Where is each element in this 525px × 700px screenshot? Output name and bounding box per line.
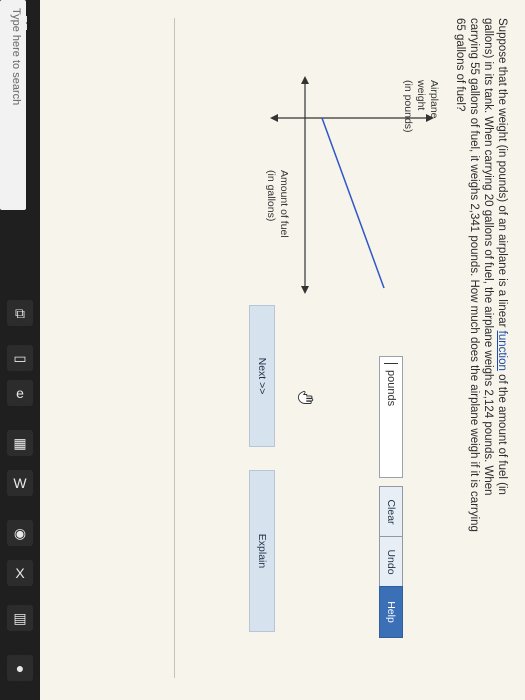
function-line <box>321 117 385 289</box>
search-input[interactable]: Type here to search <box>10 8 22 105</box>
section-divider <box>174 18 175 678</box>
y-axis-arrow-top <box>426 114 434 122</box>
next-button[interactable]: Next >> <box>249 305 275 447</box>
answer-unit: pounds <box>385 370 397 407</box>
content: Suppose that the weight (in pounds) of a… <box>40 0 525 700</box>
hand-cursor-icon <box>297 390 315 408</box>
problem-text: Suppose that the weight (in pounds) of a… <box>453 18 509 538</box>
folder-icon[interactable]: ▭ <box>7 345 33 371</box>
task-view-icon[interactable]: ⧉ <box>7 300 33 326</box>
store-icon[interactable]: ▦ <box>7 430 33 456</box>
x-axis-title: Amount of fuel (in gallons) <box>264 170 290 238</box>
taskbar: Type here to search ⧉ ▭ e ▦ W ◉ X ▤ ● <box>0 0 40 700</box>
text-cursor <box>384 363 398 364</box>
taskbar-search[interactable]: Type here to search <box>0 0 26 210</box>
explain-button[interactable]: Explain <box>249 470 275 632</box>
x-axis-title-line2: (in gallons) <box>265 170 277 222</box>
calculator-icon[interactable]: ▤ <box>7 605 33 631</box>
undo-button[interactable]: Undo <box>379 536 403 588</box>
x-axis-arrow-left <box>301 76 309 84</box>
graph: Airplane weight (in pounds) Amount of fu… <box>250 60 440 300</box>
help-button[interactable]: Help <box>379 586 403 638</box>
y-axis-arrow-bottom <box>270 114 278 122</box>
chrome-icon[interactable]: ◉ <box>7 520 33 546</box>
function-link[interactable]: function <box>496 331 508 371</box>
photo-frame: Type here to search ⧉ ▭ e ▦ W ◉ X ▤ ● Su… <box>0 0 525 700</box>
edge-icon[interactable]: e <box>7 380 33 406</box>
clear-button[interactable]: Clear <box>379 486 403 538</box>
excel-icon[interactable]: X <box>7 560 33 586</box>
x-axis-title-line1: Amount of fuel <box>278 170 290 238</box>
answer-field[interactable]: pounds <box>379 356 403 478</box>
x-axis-arrow-right <box>301 286 309 294</box>
spotify-icon[interactable]: ● <box>7 655 33 681</box>
problem-text-part1: Suppose that the weight (in pounds) of a… <box>496 18 508 331</box>
screen: Suppose that the weight (in pounds) of a… <box>40 0 525 700</box>
word-icon[interactable]: W <box>7 470 33 496</box>
